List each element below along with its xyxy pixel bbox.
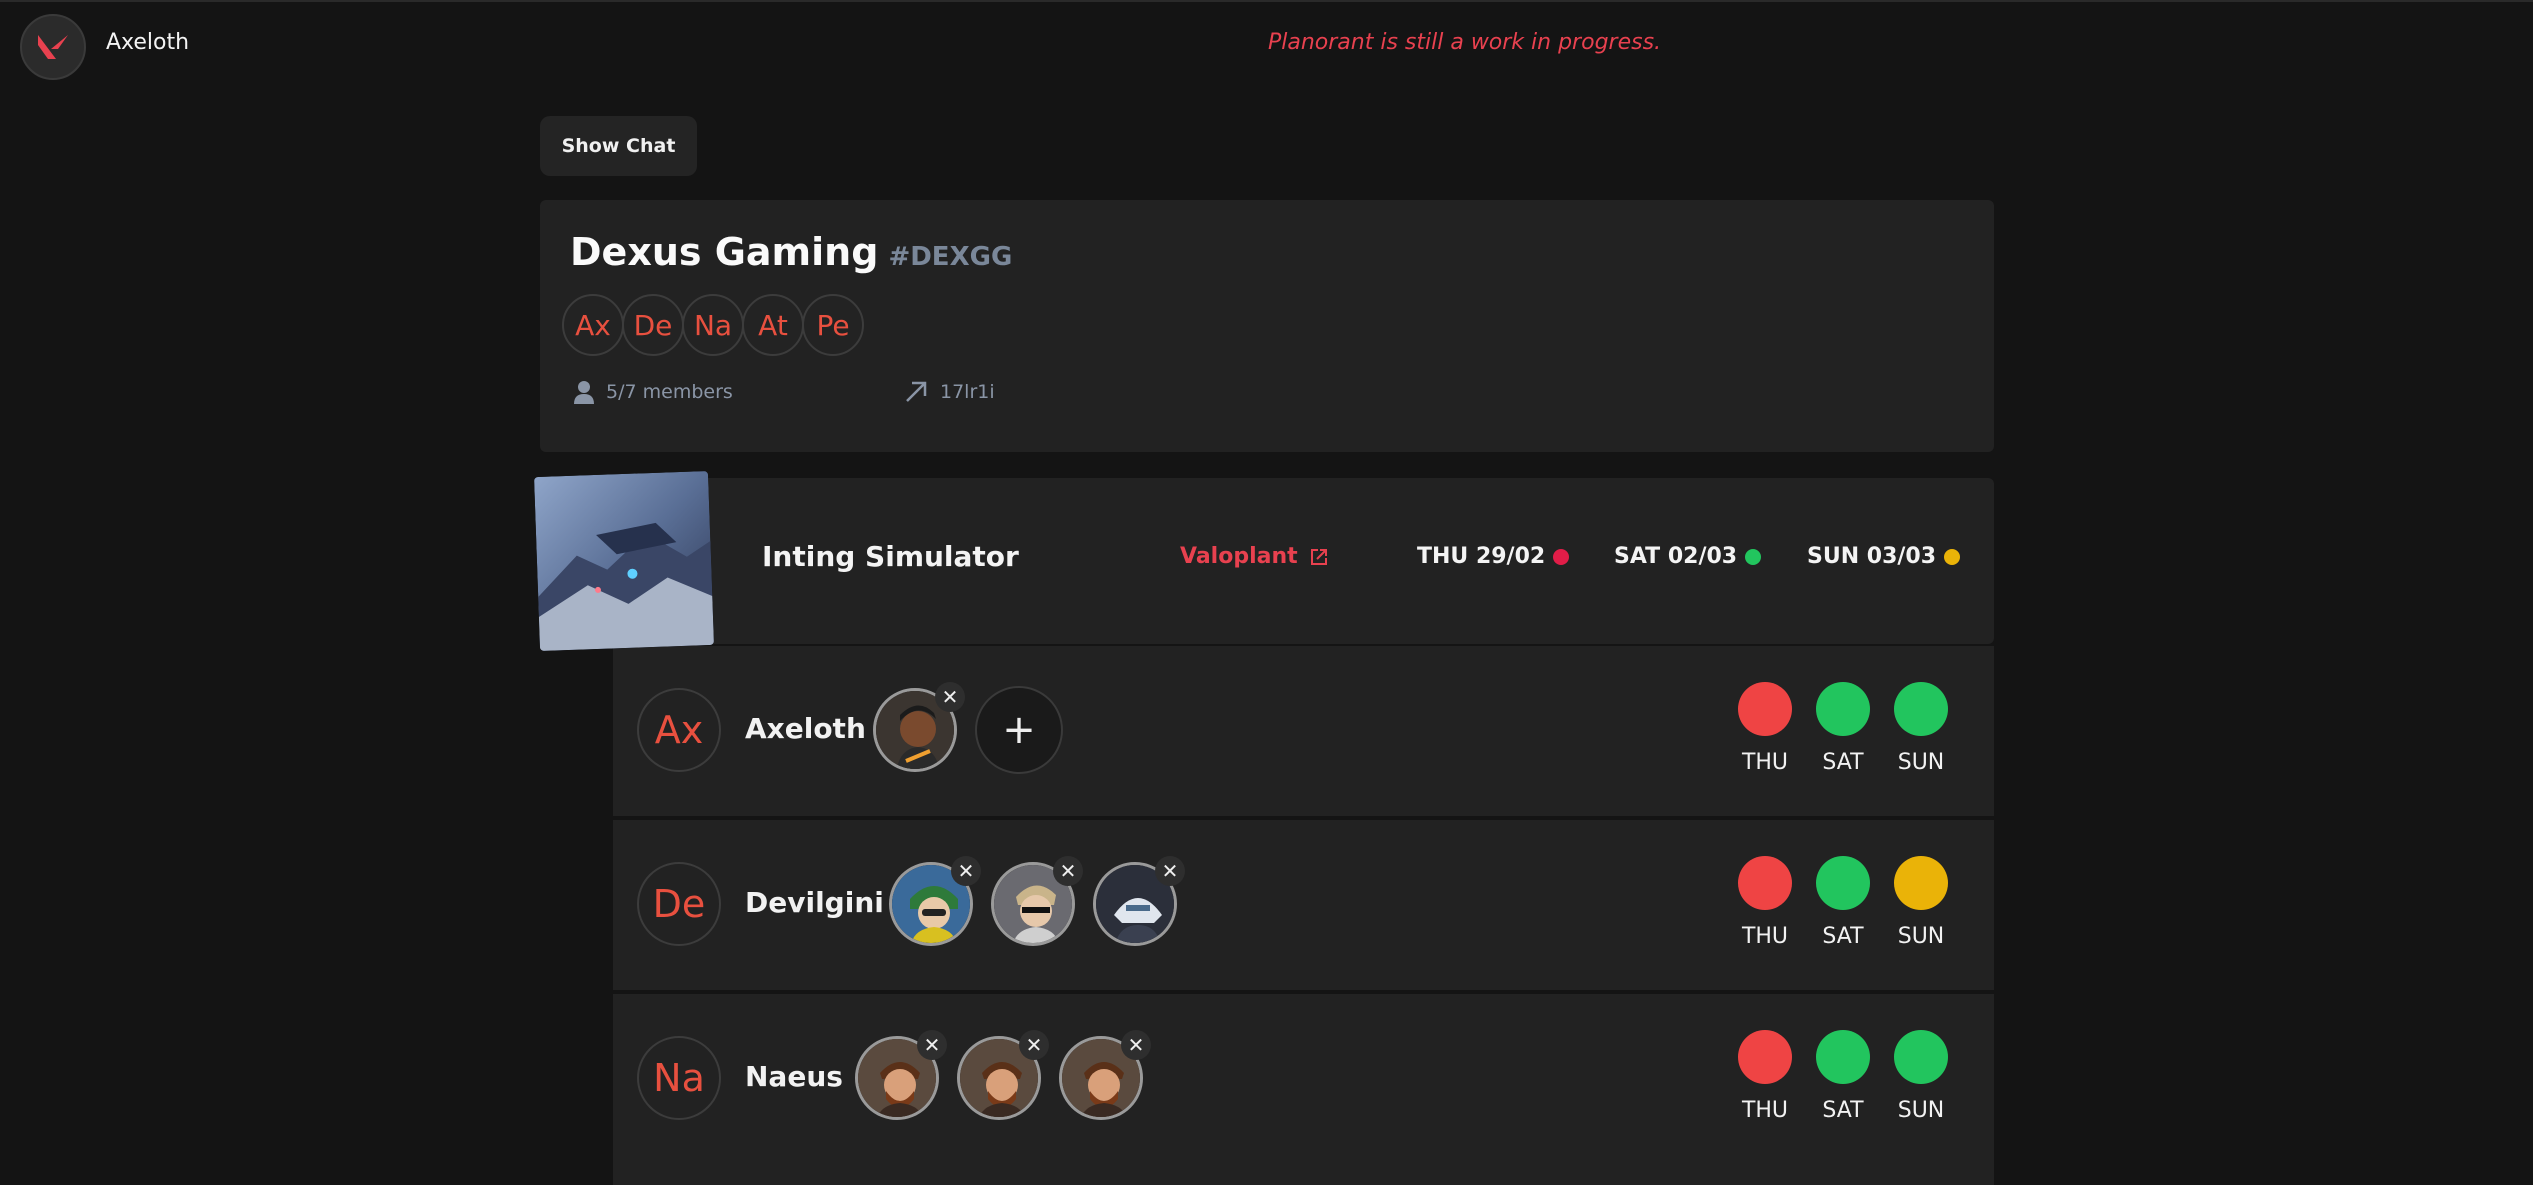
player-row: Na Naeus ✕ ✕ ✕ THU SAT SUN (613, 994, 1994, 1185)
invite-code[interactable]: 17lr1i (904, 380, 995, 404)
availability-indicator[interactable] (1816, 1030, 1870, 1084)
event-date-label: THU 29/02 (1417, 544, 1546, 569)
map-image (534, 471, 714, 651)
availability-indicator[interactable] (1894, 856, 1948, 910)
team-name: Dexus Gaming (570, 230, 879, 274)
availability-indicator[interactable] (1894, 682, 1948, 736)
member-chip[interactable]: Ax (562, 294, 624, 356)
availability-indicator[interactable] (1816, 682, 1870, 736)
player-initial: Na (637, 1036, 721, 1120)
member-count-text: 5/7 members (606, 381, 733, 403)
app-logo[interactable] (20, 14, 86, 80)
external-link-icon (1310, 548, 1327, 565)
member-chip[interactable]: Na (682, 294, 744, 356)
availability-sun[interactable]: SUN (1886, 856, 1956, 949)
availability-indicator[interactable] (1816, 856, 1870, 910)
header-username[interactable]: Axeloth (106, 30, 189, 55)
player-name: Naeus (745, 1060, 843, 1093)
team-tag: #DEXGG (888, 242, 1013, 272)
member-count: 5/7 members (574, 380, 733, 404)
availability-day: THU (1741, 1098, 1789, 1123)
availability-day: SAT (1822, 1098, 1864, 1123)
availability-thu[interactable]: THU (1730, 856, 1800, 949)
remove-agent-button[interactable]: ✕ (1121, 1030, 1151, 1060)
event-date-sat: SAT 02/03 (1614, 544, 1762, 569)
player-initial: De (637, 862, 721, 946)
show-chat-button[interactable]: Show Chat (540, 116, 697, 176)
availability-sun[interactable]: SUN (1886, 1030, 1956, 1123)
availability-indicator[interactable] (1738, 682, 1792, 736)
availability-sat[interactable]: SAT (1808, 856, 1878, 949)
member-chip[interactable]: De (622, 294, 684, 356)
remove-agent-button[interactable]: ✕ (1155, 856, 1185, 886)
player-name: Devilgini (745, 886, 884, 919)
availability-day: SUN (1897, 924, 1945, 949)
event-date-sun: SUN 03/03 (1807, 544, 1961, 569)
agent-list: ✕ ✕ ✕ (855, 1030, 1161, 1120)
availability-indicator[interactable] (1738, 856, 1792, 910)
arrow-up-right-icon (906, 381, 927, 402)
agent-list: ✕ ✕ ✕ (889, 856, 1195, 946)
member-chip[interactable]: At (742, 294, 804, 356)
availability-day: THU (1741, 924, 1789, 949)
date-status-dot (1944, 548, 1961, 565)
availability-thu[interactable]: THU (1730, 682, 1800, 775)
member-chips: Ax De Na At Pe (562, 294, 864, 356)
availability-sat[interactable]: SAT (1808, 682, 1878, 775)
player-name: Axeloth (745, 712, 866, 745)
event-date-label: SAT 02/03 (1614, 544, 1738, 569)
availability-day: SUN (1897, 1098, 1945, 1123)
valoplant-link[interactable]: Valoplant (1180, 544, 1328, 569)
date-status-dot (1745, 548, 1762, 565)
remove-agent-button[interactable]: ✕ (935, 682, 965, 712)
player-initial: Ax (637, 688, 721, 772)
team-card: Dexus Gaming #DEXGG Ax De Na At Pe 5/7 me… (540, 200, 1994, 452)
availability-day: SAT (1822, 750, 1864, 775)
event-date-label: SUN 03/03 (1807, 544, 1937, 569)
wip-notice: Planorant is still a work in progress. (1268, 30, 1662, 55)
player-row: Ax Axeloth ✕ + THU SAT SUN (613, 646, 1994, 816)
event-title: Inting Simulator (762, 540, 1019, 573)
valorant-logo-icon (38, 35, 68, 59)
remove-agent-button[interactable]: ✕ (917, 1030, 947, 1060)
remove-agent-button[interactable]: ✕ (1019, 1030, 1049, 1060)
date-status-dot (1553, 548, 1570, 565)
add-agent-button[interactable]: + (975, 686, 1063, 774)
event-card[interactable]: Inting Simulator Valoplant THU 29/02 SAT… (540, 478, 1994, 644)
team-title: Dexus Gaming #DEXGG (570, 230, 1012, 274)
agent-list: ✕ + (873, 682, 1063, 774)
map-thumbnail (534, 471, 714, 651)
availability-day: THU (1741, 750, 1789, 775)
player-row: De Devilgini ✕ ✕ ✕ THU SAT SUN (613, 820, 1994, 990)
availability-indicator[interactable] (1894, 1030, 1948, 1084)
invite-code-text: 17lr1i (940, 381, 995, 403)
availability-day: SUN (1897, 750, 1945, 775)
remove-agent-button[interactable]: ✕ (951, 856, 981, 886)
availability-sat[interactable]: SAT (1808, 1030, 1878, 1123)
valoplant-link-label: Valoplant (1180, 544, 1298, 569)
availability-thu[interactable]: THU (1730, 1030, 1800, 1123)
member-chip[interactable]: Pe (802, 294, 864, 356)
availability-indicator[interactable] (1738, 1030, 1792, 1084)
availability-sun[interactable]: SUN (1886, 682, 1956, 775)
event-date-thu: THU 29/02 (1417, 544, 1570, 569)
remove-agent-button[interactable]: ✕ (1053, 856, 1083, 886)
user-icon (574, 381, 594, 404)
availability-day: SAT (1822, 924, 1864, 949)
